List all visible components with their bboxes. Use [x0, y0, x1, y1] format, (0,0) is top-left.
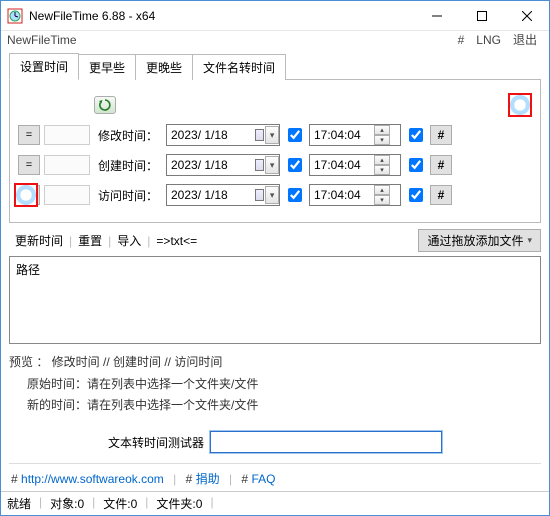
- app-icon: [7, 8, 23, 24]
- status-objects: 对象:0: [50, 495, 84, 512]
- drop-add-files-button[interactable]: 通过拖放添加文件 ▾: [418, 229, 541, 252]
- calendar-icon: [255, 159, 264, 171]
- app-name-label: NewFileTime: [7, 33, 77, 47]
- maximize-button[interactable]: [459, 1, 504, 30]
- clock-icon: [14, 183, 38, 207]
- tester-label: 文本转时间测试器: [108, 434, 204, 451]
- tester-input[interactable]: [210, 431, 442, 453]
- time-modify-input[interactable]: [310, 126, 374, 144]
- time-create-up[interactable]: ▴: [374, 155, 390, 165]
- hash-button-modify[interactable]: #: [430, 125, 452, 145]
- date-modify-input[interactable]: [167, 126, 253, 144]
- link-hash: #: [186, 472, 193, 486]
- link-hash: #: [241, 472, 248, 486]
- time-modify-up[interactable]: ▴: [374, 125, 390, 135]
- window: NewFileTime 6.88 - x64 NewFileTime # LNG…: [0, 0, 550, 516]
- eq-button-create[interactable]: =: [18, 155, 40, 175]
- drop-add-label: 通过拖放添加文件: [427, 232, 523, 249]
- tab-filename-to-time[interactable]: 文件名转时间: [192, 54, 286, 80]
- time-modify-down[interactable]: ▾: [374, 135, 390, 145]
- file-list[interactable]: 路径: [9, 256, 541, 344]
- titlebar: NewFileTime 6.88 - x64: [1, 1, 549, 31]
- preview-original: 原始时间：请在列表中选择一个文件夹/文件: [9, 374, 541, 396]
- bottom-links: # http://www.softwareok.com | # 捐助 | # F…: [9, 470, 541, 491]
- date-create-input[interactable]: [167, 156, 253, 174]
- time-create[interactable]: ▴▾: [309, 154, 401, 176]
- link-donate[interactable]: 捐助: [196, 472, 220, 486]
- status-files: 文件:0: [103, 495, 137, 512]
- date-access-input[interactable]: [167, 186, 253, 204]
- menu-lang[interactable]: LNG: [470, 33, 507, 47]
- calendar-icon: [255, 129, 264, 141]
- minimize-button[interactable]: [414, 1, 459, 30]
- tab-set-time[interactable]: 设置时间: [9, 53, 79, 80]
- reset-button[interactable]: 重置: [72, 230, 108, 251]
- offset-slot-access[interactable]: [44, 185, 90, 205]
- time-access[interactable]: ▴▾: [309, 184, 401, 206]
- row-access: = 访问时间： ▾ ▴▾ #: [18, 180, 532, 210]
- content: 设置时间 更早些 更晚些 文件名转时间 = 修改时间：: [1, 48, 549, 491]
- menubar: NewFileTime # LNG 退出: [1, 31, 549, 48]
- chk-access-time[interactable]: [409, 188, 423, 202]
- to-txt-button[interactable]: =>txt<=: [150, 232, 203, 250]
- row-modify: = 修改时间： ▾ ▴▾ #: [18, 120, 532, 150]
- preview-area: 预览 ： 修改时间 // 创建时间 // 访问时间 原始时间：请在列表中选择一个…: [9, 352, 541, 417]
- date-create[interactable]: ▾: [166, 154, 280, 176]
- time-create-down[interactable]: ▾: [374, 165, 390, 175]
- label-create: 创建时间：: [94, 157, 162, 174]
- status-ready: 就绪: [7, 495, 31, 512]
- date-modify[interactable]: ▾: [166, 124, 280, 146]
- time-modify[interactable]: ▴▾: [309, 124, 401, 146]
- hash-button-create[interactable]: #: [430, 155, 452, 175]
- offset-slot-modify[interactable]: [44, 125, 90, 145]
- offset-slot-create[interactable]: [44, 155, 90, 175]
- date-modify-drop[interactable]: ▾: [265, 126, 279, 144]
- label-modify: 修改时间：: [94, 127, 162, 144]
- label-access: 访问时间：: [94, 187, 162, 204]
- time-create-input[interactable]: [310, 156, 374, 174]
- chk-create-time[interactable]: [409, 158, 423, 172]
- link-hash: #: [11, 472, 18, 486]
- import-button[interactable]: 导入: [111, 230, 147, 251]
- chk-modify-time[interactable]: [409, 128, 423, 142]
- chk-access-date[interactable]: [288, 188, 302, 202]
- menu-hash[interactable]: #: [452, 33, 471, 47]
- tab-body: = 修改时间： ▾ ▴▾ # = 创建时间: [9, 79, 541, 223]
- eq-button-modify[interactable]: =: [18, 125, 40, 145]
- date-access-drop[interactable]: ▾: [265, 186, 279, 204]
- link-website[interactable]: http://www.softwareok.com: [21, 472, 164, 486]
- update-time-button[interactable]: 更新时间: [9, 230, 69, 251]
- toolbar: 更新时间 | 重置 | 导入 | =>txt<= 通过拖放添加文件 ▾: [9, 229, 541, 252]
- date-create-drop[interactable]: ▾: [265, 156, 279, 174]
- chevron-down-icon: ▾: [527, 235, 532, 246]
- tabs: 设置时间 更早些 更晚些 文件名转时间: [9, 52, 541, 79]
- preview-new: 新的时间：请在列表中选择一个文件夹/文件: [9, 395, 541, 417]
- text-to-time-tester: 文本转时间测试器: [9, 431, 541, 453]
- tab-later[interactable]: 更晚些: [135, 54, 193, 80]
- clock-icon: [508, 93, 532, 117]
- link-faq[interactable]: FAQ: [251, 472, 275, 486]
- calendar-icon: [255, 189, 264, 201]
- row-create: = 创建时间： ▾ ▴▾ #: [18, 150, 532, 180]
- chk-create-date[interactable]: [288, 158, 302, 172]
- chk-modify-date[interactable]: [288, 128, 302, 142]
- close-button[interactable]: [504, 1, 549, 30]
- window-title: NewFileTime 6.88 - x64: [29, 9, 155, 23]
- refresh-now-button[interactable]: [94, 96, 116, 114]
- menu-exit[interactable]: 退出: [507, 31, 543, 48]
- column-path[interactable]: 路径: [16, 263, 40, 277]
- statusbar: 就绪 | 对象:0 | 文件:0 | 文件夹:0 |: [1, 491, 549, 515]
- preview-header: 预览 ： 修改时间 // 创建时间 // 访问时间: [9, 352, 541, 374]
- time-access-input[interactable]: [310, 186, 374, 204]
- tab-earlier[interactable]: 更早些: [78, 54, 136, 80]
- hash-button-access[interactable]: #: [430, 185, 452, 205]
- time-access-up[interactable]: ▴: [374, 185, 390, 195]
- date-access[interactable]: ▾: [166, 184, 280, 206]
- time-access-down[interactable]: ▾: [374, 195, 390, 205]
- status-folders: 文件夹:0: [156, 495, 202, 512]
